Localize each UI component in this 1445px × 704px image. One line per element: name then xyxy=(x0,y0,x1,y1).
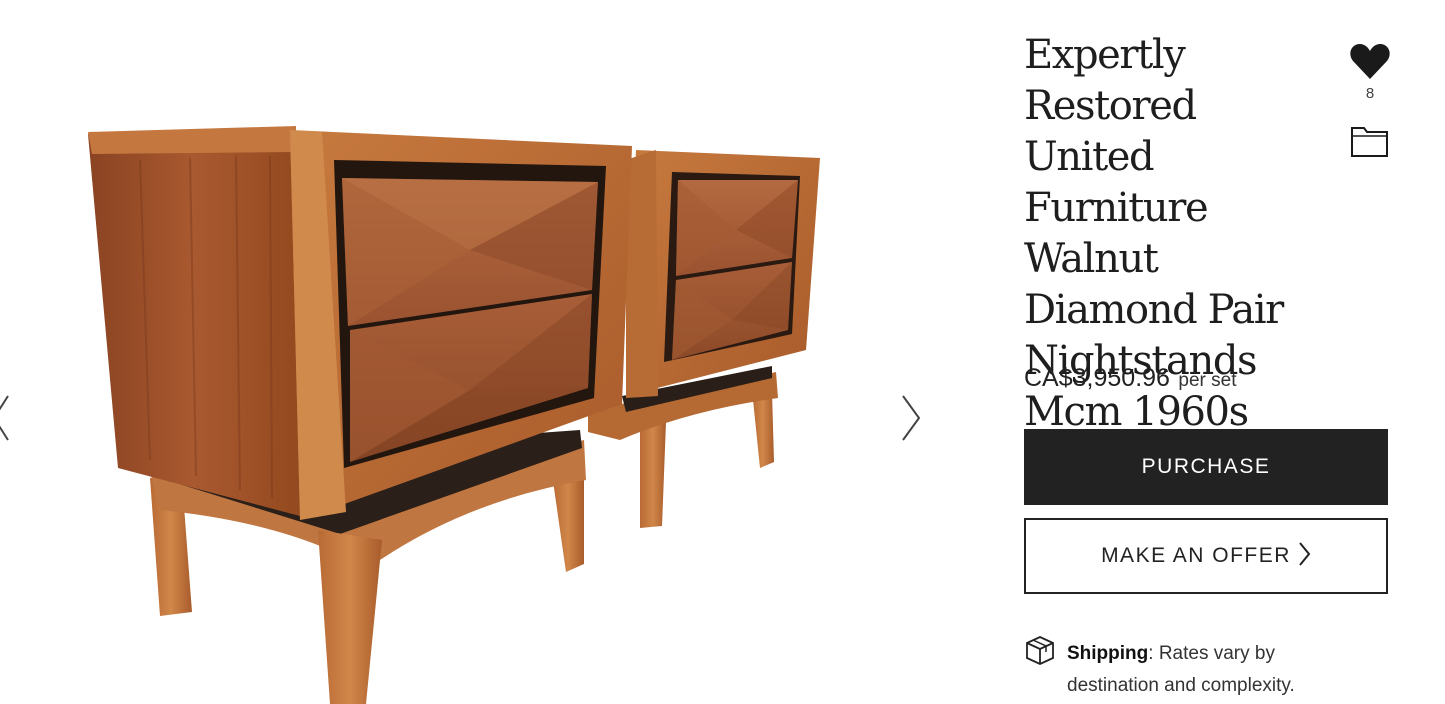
chevron-right-icon xyxy=(1299,542,1311,567)
shipping-label: Shipping xyxy=(1067,643,1149,664)
favorite-count: 8 xyxy=(1365,85,1375,102)
price-unit: per set xyxy=(1178,370,1237,391)
product-details: Expertly Restored United Furniture Walnu… xyxy=(1024,0,1404,704)
purchase-button-label: PURCHASE xyxy=(1141,455,1271,478)
price: CA$3,950.96 xyxy=(1024,364,1170,392)
make-offer-button-label: MAKE AN OFFER xyxy=(1101,544,1291,567)
product-gallery xyxy=(0,0,960,704)
heart-icon[interactable] xyxy=(1350,42,1390,80)
shipping-text: Shipping: Rates vary by destination and … xyxy=(1067,638,1367,702)
nightstand-left xyxy=(88,126,632,704)
product-page: Expertly Restored United Furniture Walnu… xyxy=(0,0,1445,704)
chevron-left-icon xyxy=(0,395,9,441)
purchase-button[interactable]: PURCHASE xyxy=(1024,429,1388,505)
favorite-control[interactable]: 8 xyxy=(1350,42,1390,102)
product-photo xyxy=(88,126,820,704)
next-image-button[interactable] xyxy=(897,392,923,444)
previous-image-button[interactable] xyxy=(0,392,16,444)
price-row: CA$3,950.96 per set xyxy=(1024,364,1237,393)
box-icon xyxy=(1026,636,1054,665)
make-offer-button[interactable]: MAKE AN OFFER xyxy=(1024,518,1388,594)
folder-icon[interactable] xyxy=(1350,124,1390,158)
chevron-right-icon xyxy=(902,395,921,441)
